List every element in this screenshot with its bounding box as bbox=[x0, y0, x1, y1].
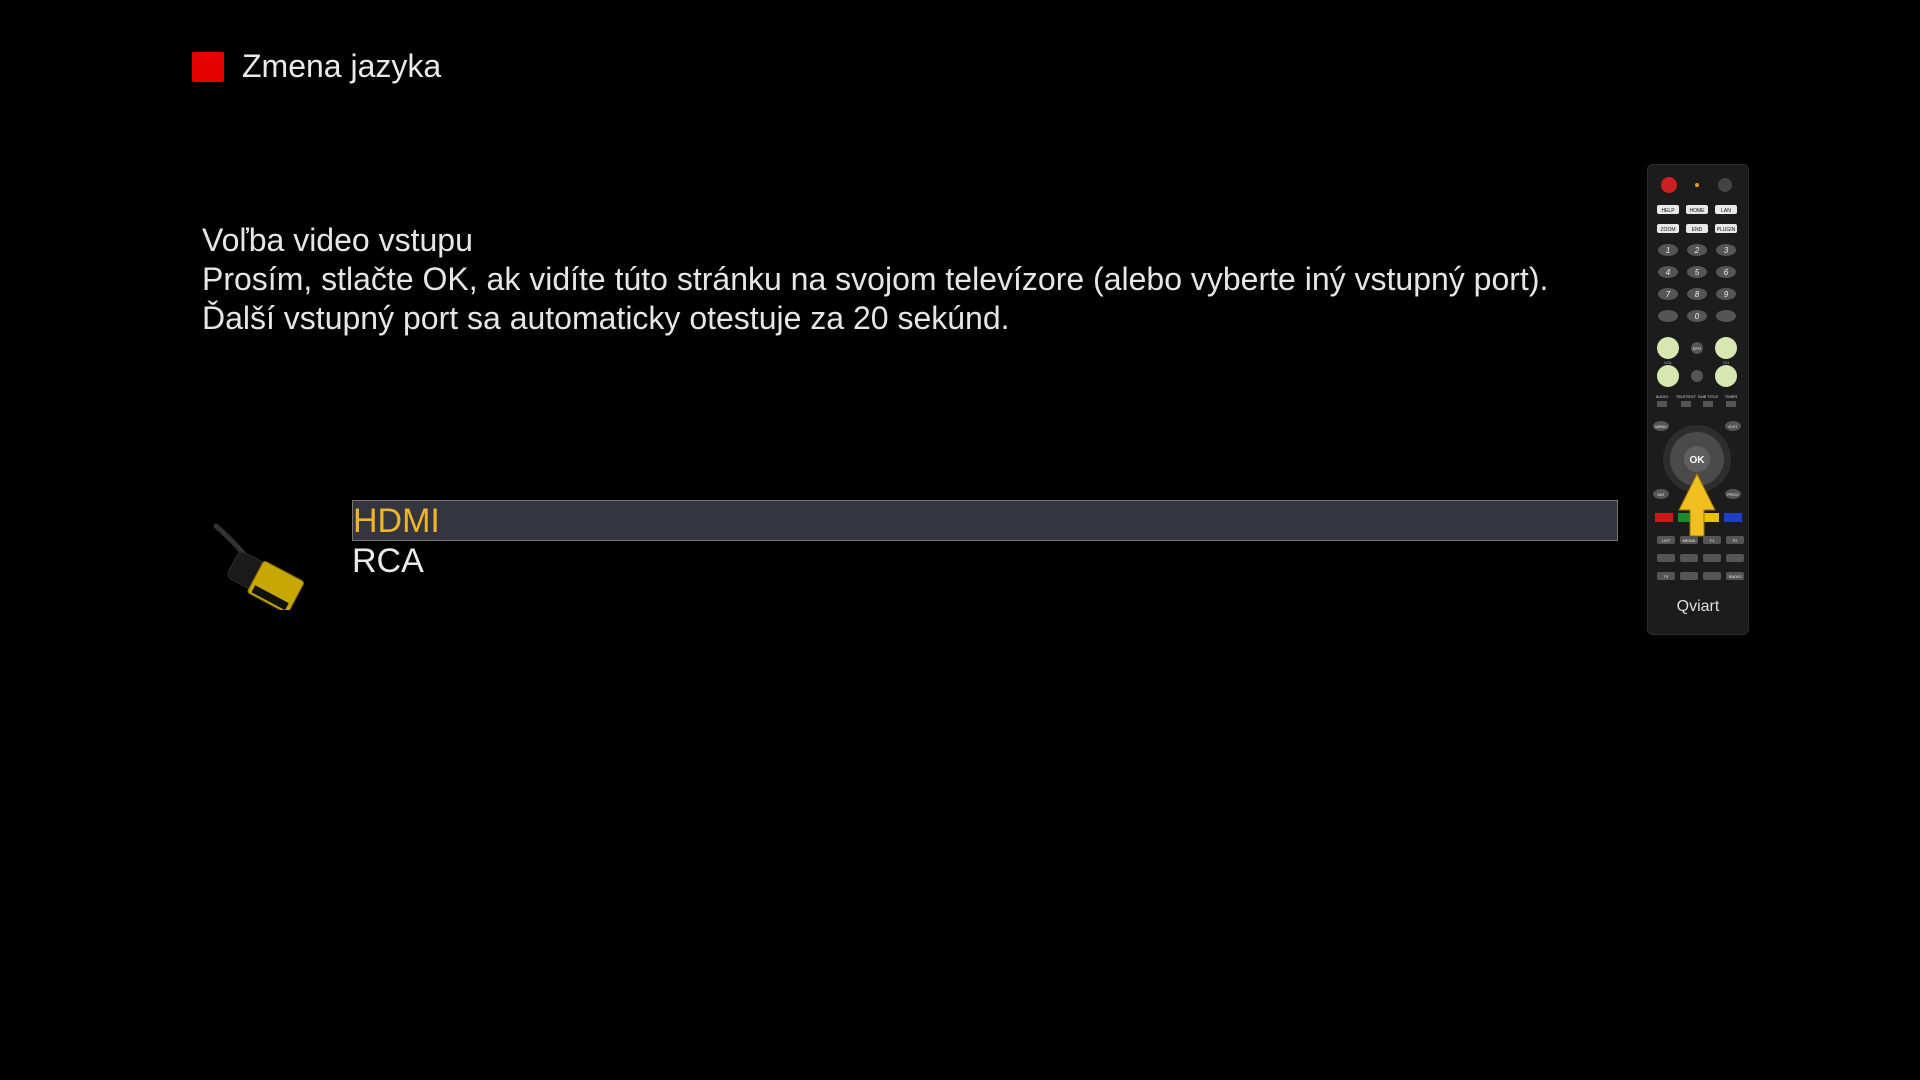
instruction-line-1: Prosím, stlačte OK, ak vidíte túto strán… bbox=[202, 261, 1549, 297]
input-option-rca[interactable]: RCA bbox=[352, 541, 1618, 582]
remote-digit-4: 4 bbox=[1666, 268, 1671, 277]
remote-digit-6: 6 bbox=[1724, 268, 1729, 277]
language-hint-label: Zmena jazyka bbox=[242, 48, 442, 84]
hdmi-cable-icon bbox=[210, 520, 320, 614]
remote-f1-label: F1 bbox=[1710, 538, 1715, 543]
remote-home-label: HOME bbox=[1690, 208, 1706, 214]
red-key-icon bbox=[192, 51, 224, 82]
remote-subtitle-label: SUB TITLE bbox=[1698, 394, 1718, 399]
remote-media-label: MEDIA bbox=[1683, 538, 1696, 543]
remote-menu-label: MENU bbox=[1655, 424, 1667, 429]
mute-button-icon bbox=[1718, 178, 1732, 192]
remote-digit-7: 7 bbox=[1666, 290, 1671, 299]
remote-exit-label: EXIT bbox=[1729, 424, 1738, 429]
remote-f2-label: F2 bbox=[1733, 538, 1738, 543]
remote-epg-label: EPG bbox=[1693, 346, 1701, 351]
input-option-hdmi[interactable]: HDMI bbox=[352, 500, 1618, 541]
remote-list-label: LIST bbox=[1662, 538, 1671, 543]
remote-brand-logo: Qviart bbox=[1677, 598, 1720, 615]
remote-sat-label: SAT bbox=[1657, 492, 1665, 497]
remote-audio-label: AUDIO bbox=[1656, 394, 1669, 399]
remote-digit-8: 8 bbox=[1695, 290, 1700, 299]
remote-end-label: END bbox=[1692, 227, 1703, 233]
remote-digit-0: 0 bbox=[1695, 312, 1700, 321]
remote-radio-label: RADIO bbox=[1729, 574, 1742, 579]
remote-digit-3: 3 bbox=[1724, 246, 1729, 255]
instructions: Voľba video vstupu Prosím, stlačte OK, a… bbox=[202, 221, 1602, 338]
remote-zoom-label: ZOOM bbox=[1661, 227, 1676, 233]
remote-digit-9: 9 bbox=[1724, 290, 1729, 299]
remote-ch-label: CH bbox=[1723, 360, 1729, 365]
language-hint[interactable]: Zmena jazyka bbox=[192, 48, 441, 85]
remote-plugin-label: PLUGIN bbox=[1717, 227, 1736, 233]
power-button-icon bbox=[1661, 177, 1677, 193]
remote-prov-label: PROV bbox=[1727, 492, 1739, 497]
remote-timer-label: TIMER bbox=[1725, 394, 1738, 399]
remote-digit-5: 5 bbox=[1695, 268, 1700, 277]
remote-ok-label: OK bbox=[1690, 455, 1706, 466]
remote-tv-label: TV bbox=[1663, 574, 1668, 579]
remote-control-image: HELP HOME LAN ZOOM END PLUGIN 1 2 3 4 5 … bbox=[1647, 164, 1749, 635]
remote-digit-2: 2 bbox=[1694, 246, 1700, 255]
remote-help-label: HELP bbox=[1661, 208, 1675, 214]
page-title: Voľba video vstupu bbox=[202, 222, 473, 258]
instruction-line-2: Ďalší vstupný port sa automaticky otestu… bbox=[202, 300, 1010, 336]
remote-lan-label: LAN bbox=[1721, 208, 1731, 214]
remote-teletext-label: TELETEXT bbox=[1676, 394, 1697, 399]
input-list: HDMI RCA bbox=[352, 500, 1618, 582]
remote-vol-label: VOL bbox=[1664, 360, 1673, 365]
remote-digit-1: 1 bbox=[1666, 246, 1670, 255]
